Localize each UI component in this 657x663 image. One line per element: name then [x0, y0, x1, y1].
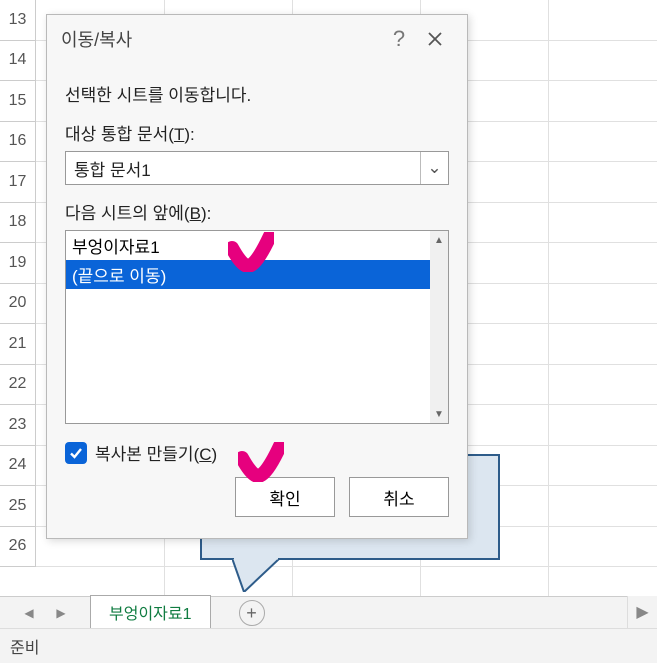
row-header[interactable]: 19: [0, 243, 36, 284]
workbook-label-pre: 대상 통합 문서(: [65, 125, 174, 144]
tab-scroll-right-icon[interactable]: ▶: [51, 606, 71, 620]
new-sheet-button[interactable]: +: [239, 600, 265, 626]
list-item-selected[interactable]: (끝으로 이동): [66, 260, 430, 289]
copy-label-post: ): [212, 445, 218, 464]
dialog-body: 선택한 시트를 이동합니다. 대상 통합 문서(T): 통합 문서1 ⌄ 다음 …: [47, 63, 467, 477]
move-copy-dialog: 이동/복사 ? 선택한 시트를 이동합니다. 대상 통합 문서(T): 통합 문…: [46, 14, 468, 539]
copy-shortcut: C: [199, 445, 211, 464]
row-header[interactable]: 14: [0, 41, 36, 82]
create-copy-checkbox[interactable]: [65, 442, 87, 464]
workbook-label-post: ):: [184, 125, 194, 144]
row-header[interactable]: 26: [0, 527, 36, 568]
ok-button[interactable]: 확인: [235, 477, 335, 517]
close-icon: [426, 30, 444, 48]
row-header[interactable]: 21: [0, 324, 36, 365]
sheet-listbox[interactable]: 부엉이자료1 (끝으로 이동) ▲ ▼: [65, 230, 449, 424]
before-shortcut: B: [190, 204, 201, 223]
callout-tail: [232, 558, 280, 592]
cancel-button[interactable]: 취소: [349, 477, 449, 517]
dialog-title: 이동/복사: [61, 26, 381, 52]
horizontal-scroll-right[interactable]: ▶: [627, 596, 657, 628]
before-label-post: ):: [201, 204, 211, 223]
row-header[interactable]: 24: [0, 446, 36, 487]
row-header[interactable]: 23: [0, 405, 36, 446]
row-headers: 13 14 15 16 17 18 19 20 21 22 23 24 25 2…: [0, 0, 36, 567]
row-header[interactable]: 13: [0, 0, 36, 41]
workbook-combo-value: 통합 문서1: [66, 152, 420, 184]
check-icon: [68, 445, 84, 461]
close-button[interactable]: [417, 30, 453, 48]
before-label-pre: 다음 시트의 앞에(: [65, 204, 190, 223]
dialog-titlebar[interactable]: 이동/복사 ?: [47, 15, 467, 63]
tab-scroll-left-icon[interactable]: ◀: [19, 606, 39, 620]
workbook-label: 대상 통합 문서(T):: [65, 120, 449, 145]
create-copy-row[interactable]: 복사본 만들기(C): [65, 440, 449, 465]
status-text: 준비: [10, 634, 39, 658]
sheet-tab-active[interactable]: 부엉이자료1: [90, 595, 211, 631]
chevron-down-icon[interactable]: ⌄: [420, 152, 448, 184]
row-header[interactable]: 25: [0, 486, 36, 527]
workbook-combo[interactable]: 통합 문서1 ⌄: [65, 151, 449, 185]
before-sheet-label: 다음 시트의 앞에(B):: [65, 199, 449, 224]
workbook-shortcut: T: [174, 125, 184, 144]
row-header[interactable]: 16: [0, 122, 36, 163]
scroll-down-icon[interactable]: ▼: [430, 405, 448, 423]
row-header[interactable]: 20: [0, 284, 36, 325]
copy-label-pre: 복사본 만들기(: [95, 445, 199, 464]
dialog-actions: 확인 취소: [47, 477, 467, 533]
row-header[interactable]: 22: [0, 365, 36, 406]
list-item[interactable]: 부엉이자료1: [66, 231, 430, 260]
sheet-tab-strip: ◀ ▶ 부엉이자료1 +: [0, 596, 657, 628]
create-copy-label: 복사본 만들기(C): [95, 440, 217, 465]
help-button[interactable]: ?: [381, 26, 417, 52]
status-bar: 준비: [0, 628, 657, 663]
dialog-message: 선택한 시트를 이동합니다.: [65, 81, 449, 106]
row-header[interactable]: 17: [0, 162, 36, 203]
row-header[interactable]: 15: [0, 81, 36, 122]
scroll-up-icon[interactable]: ▲: [430, 231, 448, 249]
plus-icon: +: [246, 604, 257, 622]
row-header[interactable]: 18: [0, 203, 36, 244]
tab-scroll-group: ◀ ▶: [0, 606, 90, 620]
listbox-scrollbar[interactable]: ▲ ▼: [430, 231, 448, 423]
